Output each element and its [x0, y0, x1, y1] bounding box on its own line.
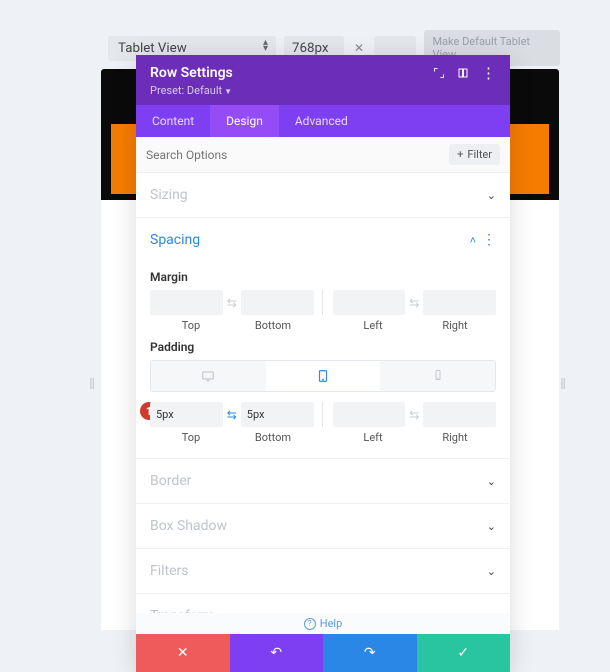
modal-title: Row Settings [150, 65, 233, 81]
section-head-box-shadow[interactable]: Box Shadow ⌄ [136, 504, 510, 548]
section-head-border[interactable]: Border ⌄ [136, 459, 510, 503]
help-icon: ? [304, 618, 316, 630]
search-input[interactable] [146, 148, 449, 162]
device-tab-tablet[interactable] [266, 361, 381, 391]
padding-inputs: 1 ⇆ ⇆ [150, 402, 496, 427]
preset-selector[interactable]: Preset: Default▼ [150, 84, 496, 97]
dir-label-bottom: Bottom [232, 431, 314, 444]
device-tab-desktop[interactable] [151, 361, 266, 391]
redo-button[interactable]: ↷ [323, 634, 417, 672]
section-border: Border ⌄ [136, 459, 510, 504]
section-head-transform[interactable]: Transform ⌄ [136, 594, 510, 613]
dir-label-left: Left [332, 431, 414, 444]
dir-label-right: Right [414, 431, 496, 444]
resize-handle-right[interactable]: ‖ [560, 375, 563, 430]
dir-label-bottom: Bottom [232, 319, 314, 332]
chevron-down-icon: ⌄ [487, 189, 496, 202]
section-head-spacing[interactable]: Spacing ˄ ⋮ [136, 218, 510, 262]
close-icon[interactable]: ✕ [352, 41, 366, 55]
dir-label-left: Left [332, 319, 414, 332]
filter-label: Filter [467, 148, 492, 161]
padding-bottom-input[interactable] [241, 402, 314, 427]
row-settings-modal: Row Settings ⋮ Preset: Default▼ Content … [136, 55, 510, 672]
cancel-button[interactable]: ✕ [136, 634, 230, 672]
kebab-menu-icon[interactable]: ⋮ [482, 232, 496, 248]
device-tab-phone[interactable] [380, 361, 495, 391]
margin-top-input[interactable] [150, 290, 223, 315]
section-sizing: Sizing ⌄ [136, 173, 510, 218]
padding-right-input[interactable] [423, 402, 496, 427]
modal-footer: ✕ ↶ ↷ ✓ [136, 634, 510, 672]
margin-bottom-input[interactable] [241, 290, 314, 315]
dir-label-right: Right [414, 319, 496, 332]
margin-inputs: ⇆ ⇆ [150, 290, 496, 315]
modal-body: Sizing ⌄ Spacing ˄ ⋮ Margin ⇆ [136, 173, 510, 613]
section-label: Sizing [150, 187, 487, 203]
chevron-up-icon: ˄ [470, 234, 476, 247]
margin-left-input[interactable] [333, 290, 406, 315]
search-bar: + Filter [136, 137, 510, 173]
section-label: Box Shadow [150, 518, 487, 534]
margin-label: Margin [150, 270, 496, 284]
resize-handle-left[interactable]: ‖ [89, 375, 92, 430]
help-label: Help [320, 617, 343, 630]
snap-icon[interactable] [457, 67, 469, 79]
help-link[interactable]: ? Help [136, 613, 510, 634]
kebab-menu-icon[interactable]: ⋮ [481, 68, 496, 78]
chevron-down-icon: ⌄ [487, 520, 496, 533]
section-head-filters[interactable]: Filters ⌄ [136, 549, 510, 593]
padding-label: Padding [150, 340, 496, 354]
section-spacing: Spacing ˄ ⋮ Margin ⇆ ⇆ [136, 218, 510, 459]
tab-content[interactable]: Content [136, 105, 210, 137]
section-head-sizing[interactable]: Sizing ⌄ [136, 173, 510, 217]
link-values-icon[interactable]: ⇆ [405, 296, 423, 310]
dir-label-top: Top [150, 431, 232, 444]
link-values-icon[interactable]: ⇆ [405, 408, 423, 422]
section-label: Filters [150, 563, 487, 579]
section-filters: Filters ⌄ [136, 549, 510, 594]
margin-right-input[interactable] [423, 290, 496, 315]
spacing-body: Margin ⇆ ⇆ TopBottom LeftRight [136, 270, 510, 458]
padding-left-input[interactable] [333, 402, 406, 427]
modal-header[interactable]: Row Settings ⋮ Preset: Default▼ [136, 55, 510, 105]
responsive-device-tabs [150, 360, 496, 392]
link-values-icon[interactable]: ⇆ [223, 408, 241, 422]
tab-advanced[interactable]: Advanced [279, 105, 364, 137]
tab-design[interactable]: Design [210, 105, 279, 137]
section-label: Spacing [150, 232, 470, 248]
padding-top-input[interactable] [150, 402, 223, 427]
filter-button[interactable]: + Filter [449, 144, 500, 165]
section-box-shadow: Box Shadow ⌄ [136, 504, 510, 549]
section-label: Border [150, 473, 487, 489]
modal-tabs: Content Design Advanced [136, 105, 510, 137]
section-transform: Transform ⌄ [136, 594, 510, 613]
expand-icon[interactable] [433, 67, 445, 79]
dir-label-top: Top [150, 319, 232, 332]
chevron-down-icon: ⌄ [487, 475, 496, 488]
link-values-icon[interactable]: ⇆ [223, 296, 241, 310]
undo-button[interactable]: ↶ [230, 634, 324, 672]
plus-icon: + [457, 148, 463, 161]
chevron-down-icon: ⌄ [487, 565, 496, 578]
save-button[interactable]: ✓ [417, 634, 511, 672]
